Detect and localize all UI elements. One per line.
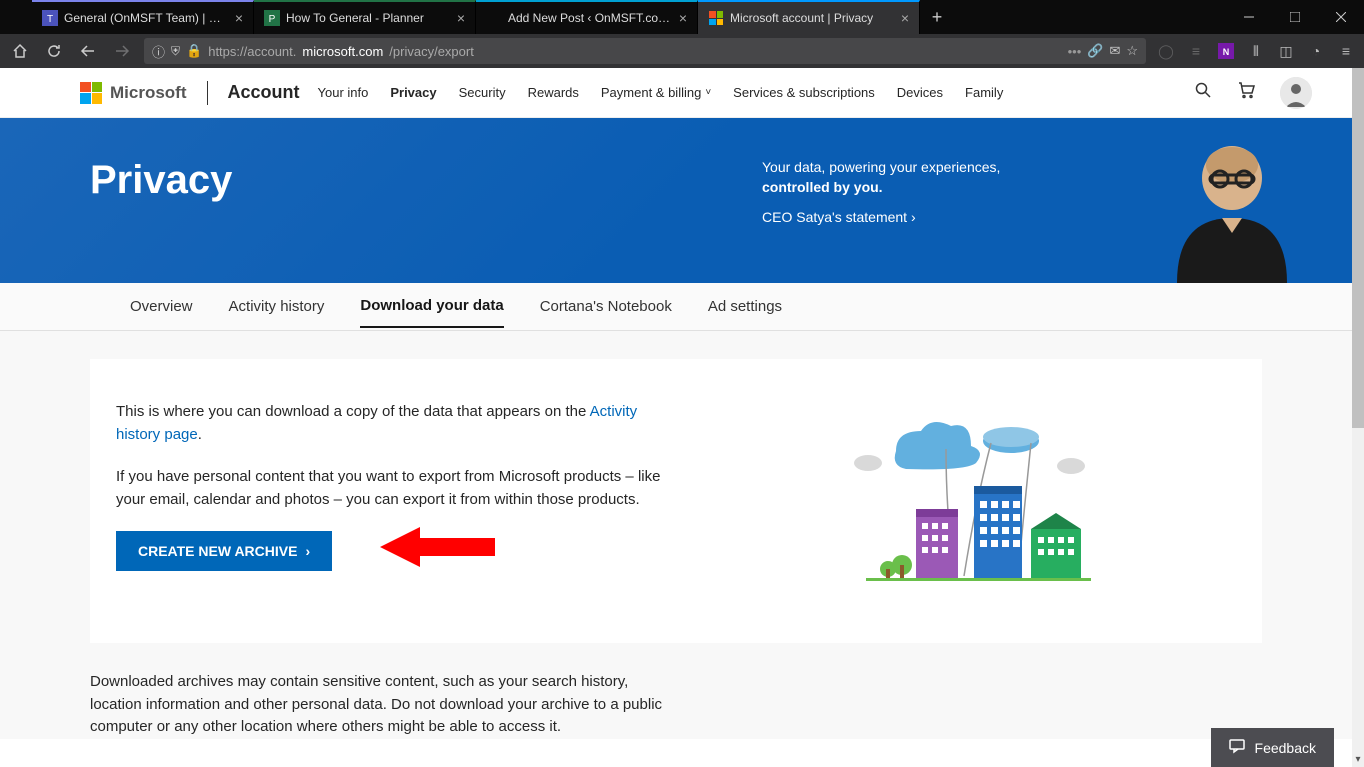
microsoft-logo[interactable]: Microsoft — [80, 82, 187, 104]
mail-icon[interactable]: ✉ — [1109, 43, 1120, 59]
scrollbar-thumb[interactable] — [1352, 68, 1364, 428]
subnav-activity[interactable]: Activity history — [229, 286, 325, 327]
export-text: If you have personal content that you wa… — [116, 466, 676, 511]
intro-text: This is where you can download a copy of… — [116, 401, 676, 446]
account-icon[interactable]: ◔ — [1306, 41, 1326, 61]
svg-text:N: N — [1223, 47, 1230, 57]
ceo-statement-link[interactable]: CEO Satya's statement › — [762, 209, 916, 225]
nav-family[interactable]: Family — [965, 85, 1003, 100]
svg-text:T: T — [47, 14, 53, 25]
vertical-scrollbar[interactable]: ▾ — [1352, 68, 1364, 767]
microsoft-icon — [708, 10, 724, 26]
browser-tab[interactable]: Add New Post ‹ OnMSFT.com — W × — [476, 0, 698, 34]
subnav-overview[interactable]: Overview — [130, 286, 193, 327]
teams-icon: T — [42, 10, 58, 26]
library-icon[interactable]: ⫴ — [1246, 41, 1266, 61]
chevron-right-icon: › — [911, 209, 916, 225]
top-nav: Your info Privacy Security Rewards Payme… — [318, 85, 1195, 100]
tab-label: How To General - Planner — [286, 11, 451, 25]
extension-icon[interactable]: ◯ — [1156, 41, 1176, 61]
close-icon[interactable]: × — [901, 10, 909, 26]
planner-icon: P — [264, 10, 280, 26]
search-icon[interactable] — [1194, 81, 1212, 104]
nav-services[interactable]: Services & subscriptions — [733, 85, 875, 100]
link-icon[interactable]: 🔗 — [1087, 43, 1103, 59]
nav-devices[interactable]: Devices — [897, 85, 943, 100]
scroll-down-icon[interactable]: ▾ — [1352, 751, 1364, 767]
reload-icon[interactable] — [42, 39, 66, 63]
info-icon[interactable]: ⓘ — [152, 42, 165, 61]
brand-label: Microsoft — [110, 83, 187, 103]
close-window-button[interactable] — [1318, 0, 1364, 34]
maximize-button[interactable] — [1272, 0, 1318, 34]
browser-tab[interactable]: T General (OnMSFT Team) | Micro × — [32, 0, 254, 34]
create-archive-button[interactable]: CREATE NEW ARCHIVE › — [116, 531, 332, 571]
download-card: This is where you can download a copy of… — [90, 359, 1262, 643]
sidebar-icon[interactable]: ◫ — [1276, 41, 1296, 61]
wordpress-icon — [486, 10, 502, 26]
microsoft-icon — [80, 82, 102, 104]
breadcrumb[interactable]: Account — [228, 82, 300, 103]
feedback-button[interactable]: Feedback — [1211, 728, 1334, 767]
warning-text: Downloaded archives may contain sensitiv… — [90, 671, 680, 739]
nav-payment[interactable]: Payment & billing ˅ — [601, 85, 711, 100]
hero-banner: Privacy Your data, powering your experie… — [0, 118, 1352, 283]
tab-strip: T General (OnMSFT Team) | Micro × P How … — [0, 0, 1226, 34]
forward-icon[interactable] — [110, 39, 134, 63]
browser-tab[interactable]: P How To General - Planner × — [254, 0, 476, 34]
close-icon[interactable]: × — [235, 10, 243, 26]
chevron-right-icon: › — [305, 543, 310, 559]
chat-icon — [1229, 738, 1245, 757]
cart-icon[interactable] — [1236, 80, 1256, 105]
subnav-ads[interactable]: Ad settings — [708, 286, 782, 327]
menu-icon[interactable]: ≡ — [1336, 41, 1356, 61]
subnav-download[interactable]: Download your data — [360, 285, 503, 328]
tab-label: General (OnMSFT Team) | Micro — [64, 11, 229, 25]
tab-label: Add New Post ‹ OnMSFT.com — W — [508, 11, 673, 25]
sub-nav: Overview Activity history Download your … — [0, 283, 1352, 331]
avatar[interactable] — [1280, 77, 1312, 109]
cloud-city-illustration — [716, 401, 1236, 601]
close-icon[interactable]: × — [457, 10, 465, 26]
star-icon[interactable]: ☆ — [1126, 43, 1138, 59]
lock-icon: 🔒 — [186, 43, 202, 59]
nav-privacy[interactable]: Privacy — [390, 85, 436, 100]
home-icon[interactable] — [8, 39, 32, 63]
minimize-button[interactable] — [1226, 0, 1272, 34]
close-icon[interactable]: × — [679, 10, 687, 26]
browser-tab-active[interactable]: Microsoft account | Privacy × — [698, 0, 920, 34]
nav-your-info[interactable]: Your info — [318, 85, 369, 100]
chevron-down-icon: ˅ — [705, 87, 711, 98]
site-header: Microsoft Account Your info Privacy Secu… — [0, 68, 1352, 118]
subnav-cortana[interactable]: Cortana's Notebook — [540, 286, 672, 327]
address-bar[interactable]: ⓘ ⛨ 🔒 https://account.microsoft.com/priv… — [144, 38, 1146, 64]
ceo-photo — [1142, 133, 1322, 283]
svg-text:P: P — [269, 14, 276, 25]
back-icon[interactable] — [76, 39, 100, 63]
annotation-arrow-icon — [380, 522, 500, 572]
page-title: Privacy — [90, 158, 232, 283]
extension-icon[interactable]: ≡ — [1186, 41, 1206, 61]
tab-label: Microsoft account | Privacy — [730, 11, 895, 25]
nav-rewards[interactable]: Rewards — [528, 85, 579, 100]
onenote-icon[interactable]: N — [1216, 41, 1236, 61]
browser-chrome: T General (OnMSFT Team) | Micro × P How … — [0, 0, 1364, 68]
nav-security[interactable]: Security — [459, 85, 506, 100]
hero-tagline: Your data, powering your experiences, co… — [762, 158, 1062, 197]
page-content: Microsoft Account Your info Privacy Secu… — [0, 68, 1352, 767]
shield-icon[interactable]: ⛨ — [171, 44, 180, 59]
new-tab-button[interactable]: + — [920, 0, 954, 34]
